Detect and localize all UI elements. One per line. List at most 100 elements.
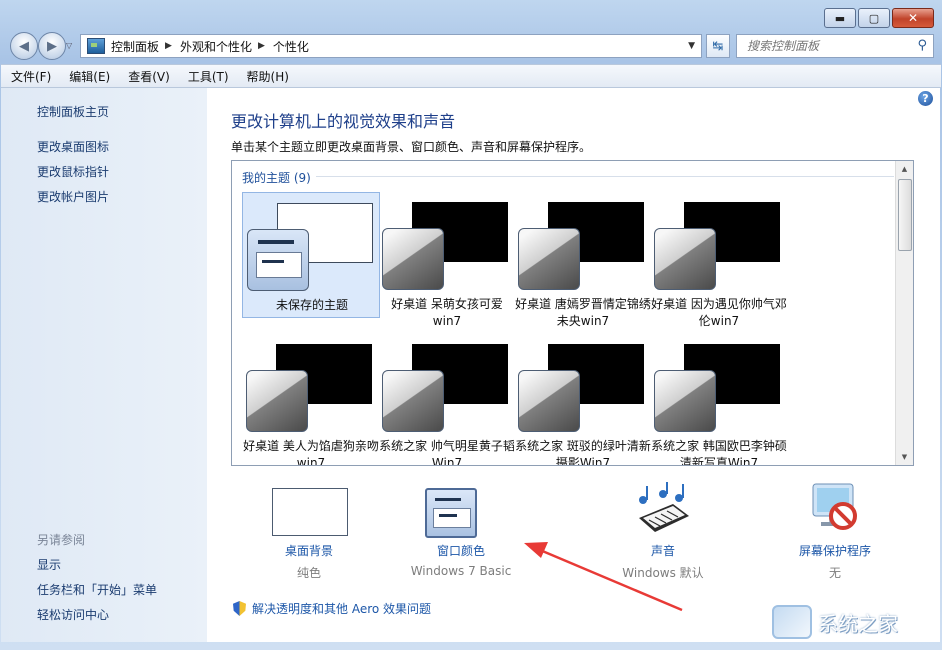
theme-item[interactable]: 好桌道 因为遇见你帅气邓伦win7	[650, 192, 788, 318]
window-color-icon	[425, 488, 477, 538]
theme-window-preview	[518, 228, 580, 290]
theme-item[interactable]: 未保存的主题	[242, 192, 380, 318]
my-themes-heading: 我的主题 (9)	[242, 169, 311, 186]
theme-window-preview	[518, 370, 580, 432]
aero-troubleshoot-link[interactable]: 解决透明度和其他 Aero 效果问题	[233, 600, 431, 617]
breadcrumb-label: 个性化	[273, 38, 309, 55]
aero-troubleshoot-label: 解决透明度和其他 Aero 效果问题	[252, 600, 431, 617]
maximize-icon: ▢	[869, 13, 879, 24]
control-panel-icon	[87, 38, 105, 54]
recent-pages-dropdown-icon[interactable]: ▽	[66, 41, 72, 50]
menu-edit[interactable]: 编辑(E)	[59, 68, 118, 85]
shield-icon	[233, 601, 246, 616]
sounds-icon	[633, 482, 693, 534]
scroll-up-icon[interactable]: ▲	[896, 161, 913, 177]
breadcrumb-personalization[interactable]: 个性化	[273, 38, 309, 55]
watermark: 系统之家	[772, 600, 938, 644]
theme-label: 系统之家 韩国欧巴李钟硕清新写真Win7	[650, 438, 788, 466]
icon-bar	[435, 498, 461, 501]
breadcrumb-chevron-icon[interactable]: ▶	[258, 41, 265, 51]
link-ease-of-access[interactable]: 轻松访问中心	[37, 606, 109, 623]
close-icon: ✕	[908, 12, 918, 24]
theme-window-preview	[382, 370, 444, 432]
address-bar[interactable]: 控制面板 ▶ 外观和个性化 ▶ 个性化 ▼	[80, 34, 702, 58]
theme-item[interactable]: 好桌道 呆萌女孩可爱win7	[378, 192, 516, 318]
theme-item[interactable]: 好桌道 唐嫣罗晋情定锦绣未央win7	[514, 192, 652, 318]
theme-window-preview	[246, 370, 308, 432]
page-description: 单击某个主题立即更改桌面背景、窗口颜色、声音和屏幕保护程序。	[231, 138, 591, 155]
screen-saver-option[interactable]: 屏幕保护程序 无	[767, 480, 903, 590]
option-value: 纯色	[241, 564, 377, 581]
window-controls: ▬ ▢ ✕	[824, 8, 934, 28]
breadcrumb-label: 外观和个性化	[180, 38, 252, 55]
menu-file[interactable]: 文件(F)	[1, 68, 59, 85]
scroll-thumb[interactable]	[898, 179, 912, 251]
watermark-text: 系统之家	[818, 608, 898, 637]
theme-label: 好桌道 美人为馅虐狗亲吻win7	[242, 438, 380, 466]
back-arrow-icon: ◀	[19, 39, 29, 54]
theme-label: 好桌道 因为遇见你帅气邓伦win7	[650, 296, 788, 330]
breadcrumb-appearance[interactable]: 外观和个性化 ▶	[180, 38, 273, 55]
theme-item[interactable]: 系统之家 韩国欧巴李钟硕清新写真Win7	[650, 334, 788, 460]
desktop-background-option[interactable]: 桌面背景 纯色	[241, 480, 377, 590]
desktop-background-icon	[272, 488, 348, 536]
link-change-account-picture[interactable]: 更改帐户图片	[37, 188, 109, 205]
control-panel-window: ▬ ▢ ✕ ◀ ▶ ▽ 控制面板 ▶ 外观和个性化 ▶ 个性化 ▼ ↹ ⚲ 文件(F…	[0, 0, 942, 650]
refresh-button[interactable]: ↹	[706, 34, 730, 58]
option-title[interactable]: 桌面背景	[241, 542, 377, 559]
menu-help[interactable]: 帮助(H)	[237, 68, 297, 85]
link-taskbar-start-menu[interactable]: 任务栏和「开始」菜单	[37, 581, 157, 598]
address-dropdown-icon[interactable]: ▼	[688, 41, 695, 51]
navigation-bar: ◀ ▶ ▽ 控制面板 ▶ 外观和个性化 ▶ 个性化 ▼ ↹ ⚲	[8, 32, 934, 60]
help-icon[interactable]: ?	[918, 91, 933, 106]
theme-item[interactable]: 好桌道 美人为馅虐狗亲吻win7	[242, 334, 380, 460]
theme-window-preview	[654, 228, 716, 290]
breadcrumb-control-panel[interactable]: 控制面板 ▶	[111, 38, 180, 55]
theme-list-scrollbar[interactable]: ▲ ▼	[895, 161, 913, 465]
back-button[interactable]: ◀	[10, 32, 38, 60]
icon-window	[433, 508, 471, 528]
forward-arrow-icon: ▶	[47, 39, 57, 54]
close-button[interactable]: ✕	[892, 8, 934, 28]
menu-bar: 文件(F) 编辑(E) 查看(V) 工具(T) 帮助(H)	[1, 64, 941, 88]
watermark-logo-icon	[772, 605, 812, 639]
sounds-option[interactable]: 声音 Windows 默认	[595, 480, 731, 590]
link-change-mouse-pointers[interactable]: 更改鼠标指针	[37, 163, 109, 180]
option-value: 无	[767, 564, 903, 581]
option-value: Windows 7 Basic	[393, 564, 529, 578]
theme-window-preview	[654, 370, 716, 432]
refresh-icon: ↹	[713, 39, 724, 54]
theme-window-preview	[247, 229, 309, 291]
maximize-button[interactable]: ▢	[858, 8, 890, 28]
link-change-desktop-icons[interactable]: 更改桌面图标	[37, 138, 109, 155]
link-control-panel-home[interactable]: 控制面板主页	[37, 103, 109, 120]
theme-item[interactable]: 系统之家 斑驳的绿叶清新摄影Win7	[514, 334, 652, 460]
theme-label: 系统之家 斑驳的绿叶清新摄影Win7	[514, 438, 652, 466]
breadcrumb-label: 控制面板	[111, 38, 159, 55]
option-title[interactable]: 声音	[595, 542, 731, 559]
breadcrumb-chevron-icon[interactable]: ▶	[165, 41, 172, 51]
preview-bar	[262, 260, 284, 263]
search-box[interactable]: ⚲	[736, 34, 934, 58]
menu-tools[interactable]: 工具(T)	[178, 68, 237, 85]
theme-list[interactable]: 我的主题 (9) 未保存的主题 好桌道 呆萌女孩可爱win7 好桌道 唐嫣罗晋情…	[231, 160, 914, 466]
option-title[interactable]: 屏幕保护程序	[767, 542, 903, 559]
scroll-down-icon[interactable]: ▼	[896, 449, 913, 465]
see-also-heading: 另请参阅	[37, 531, 85, 548]
option-value: Windows 默认	[595, 564, 731, 581]
theme-label: 好桌道 唐嫣罗晋情定锦绣未央win7	[514, 296, 652, 330]
window-color-option[interactable]: 窗口颜色 Windows 7 Basic	[393, 480, 529, 590]
theme-item[interactable]: 系统之家 帅气明星黄子韬Win7	[378, 334, 516, 460]
search-icon[interactable]: ⚲	[917, 38, 927, 53]
icon-bar	[439, 514, 457, 517]
page-title: 更改计算机上的视觉效果和声音	[231, 108, 455, 132]
theme-label: 未保存的主题	[243, 297, 381, 314]
search-input[interactable]	[745, 36, 909, 56]
group-divider	[316, 176, 894, 177]
option-title[interactable]: 窗口颜色	[393, 542, 529, 559]
minimize-button[interactable]: ▬	[824, 8, 856, 28]
forward-button[interactable]: ▶	[38, 32, 66, 60]
task-pane: 控制面板主页 更改桌面图标 更改鼠标指针 更改帐户图片 另请参阅 显示 任务栏和…	[1, 88, 207, 642]
menu-view[interactable]: 查看(V)	[118, 68, 178, 85]
link-display[interactable]: 显示	[37, 556, 61, 573]
